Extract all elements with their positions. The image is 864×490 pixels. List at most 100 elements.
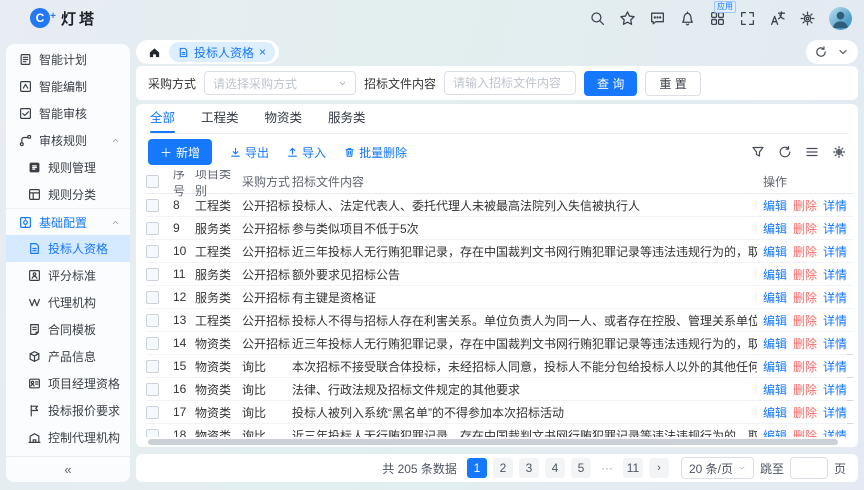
row-checkbox[interactable] [146, 199, 159, 212]
message-icon[interactable] [649, 10, 666, 27]
page-button-3[interactable]: 3 [519, 458, 539, 478]
sidebar-item-review[interactable]: 智能审核 [6, 100, 130, 127]
row-checkbox[interactable] [146, 245, 159, 258]
page-size-select[interactable]: 20 条/页 [681, 457, 754, 479]
row-checkbox[interactable] [146, 360, 159, 373]
density-menu-icon[interactable] [805, 145, 819, 159]
batch-delete-button[interactable]: 批量删除 [344, 144, 407, 161]
delete-link[interactable]: 删除 [793, 312, 817, 329]
add-button[interactable]: ＋新增 [148, 139, 212, 165]
detail-link[interactable]: 详情 [823, 335, 847, 352]
edit-link[interactable]: 编辑 [763, 427, 787, 438]
edit-link[interactable]: 编辑 [763, 381, 787, 398]
page-button-2[interactable]: 2 [493, 458, 513, 478]
purchase-method-select[interactable]: 请选择采购方式 [204, 71, 356, 95]
jump-page-input[interactable] [790, 457, 828, 479]
delete-link[interactable]: 删除 [793, 197, 817, 214]
select-all-checkbox[interactable] [146, 175, 159, 188]
sidebar-item-contract[interactable]: 合同模板 [6, 316, 130, 343]
sidebar-item-plan[interactable]: 智能计划 [6, 46, 130, 73]
delete-link[interactable]: 删除 [793, 220, 817, 237]
category-tab-0[interactable]: 全部 [150, 107, 175, 133]
translate-icon[interactable] [769, 10, 786, 27]
row-checkbox[interactable] [146, 406, 159, 419]
category-tab-1[interactable]: 工程类 [201, 107, 239, 133]
bell-icon[interactable] [679, 10, 696, 27]
chevron-down-icon[interactable] [837, 46, 849, 58]
detail-link[interactable]: 详情 [823, 243, 847, 260]
page-button-11[interactable]: 11 [623, 458, 643, 478]
user-avatar[interactable] [829, 7, 852, 30]
page-button-4[interactable]: 4 [545, 458, 565, 478]
detail-link[interactable]: 详情 [823, 404, 847, 421]
page-button-5[interactable]: 5 [571, 458, 591, 478]
search-icon[interactable] [589, 10, 606, 27]
sidebar-item-rule-manage[interactable]: 规则管理 [6, 154, 130, 181]
detail-link[interactable]: 详情 [823, 266, 847, 283]
detail-link[interactable]: 详情 [823, 427, 847, 438]
sidebar-item-pm-card[interactable]: 项目经理资格 [6, 370, 130, 397]
category-tab-2[interactable]: 物资类 [265, 107, 303, 133]
sidebar-item-config[interactable]: 基础配置 [6, 208, 130, 235]
delete-link[interactable]: 删除 [793, 427, 817, 438]
row-checkbox[interactable] [146, 337, 159, 350]
detail-link[interactable]: 详情 [823, 197, 847, 214]
column-settings-icon[interactable] [832, 145, 846, 159]
import-button[interactable]: 导入 [287, 144, 326, 161]
edit-link[interactable]: 编辑 [763, 335, 787, 352]
sidebar-item-compile[interactable]: 智能编制 [6, 73, 130, 100]
delete-link[interactable]: 删除 [793, 266, 817, 283]
refresh-icon[interactable] [778, 145, 792, 159]
page-button-1[interactable]: 1 [467, 458, 487, 478]
edit-link[interactable]: 编辑 [763, 220, 787, 237]
sidebar-item-product[interactable]: 产品信息 [6, 343, 130, 370]
sidebar-item-building[interactable]: 控制代理机构 [6, 424, 130, 451]
export-button[interactable]: 导出 [230, 144, 269, 161]
edit-link[interactable]: 编辑 [763, 266, 787, 283]
detail-link[interactable]: 详情 [823, 358, 847, 375]
edit-link[interactable]: 编辑 [763, 197, 787, 214]
tab-bidder-qualification[interactable]: 投标人资格 × [169, 42, 275, 62]
edit-link[interactable]: 编辑 [763, 404, 787, 421]
detail-link[interactable]: 详情 [823, 312, 847, 329]
fullscreen-icon[interactable] [739, 10, 756, 27]
filter-funnel-icon[interactable] [751, 145, 765, 159]
horizontal-scrollbar[interactable] [148, 439, 838, 445]
row-checkbox[interactable] [146, 383, 159, 396]
delete-link[interactable]: 删除 [793, 243, 817, 260]
delete-link[interactable]: 删除 [793, 335, 817, 352]
reset-button[interactable]: 重 置 [645, 71, 700, 96]
sidebar-item-agency[interactable]: 代理机构 [6, 289, 130, 316]
refresh-icon[interactable] [815, 46, 827, 58]
search-button[interactable]: 查 询 [584, 71, 637, 96]
home-icon[interactable] [148, 46, 161, 59]
edit-link[interactable]: 编辑 [763, 358, 787, 375]
detail-link[interactable]: 详情 [823, 220, 847, 237]
tab-close-icon[interactable]: × [259, 46, 266, 58]
sidebar-item-rule-class[interactable]: 规则分类 [6, 181, 130, 208]
star-icon[interactable] [619, 10, 636, 27]
detail-link[interactable]: 详情 [823, 289, 847, 306]
next-page-button[interactable]: › [649, 458, 669, 478]
sidebar-item-rules[interactable]: 审核规则 [6, 127, 130, 154]
edit-link[interactable]: 编辑 [763, 312, 787, 329]
gear-icon[interactable] [799, 10, 816, 27]
delete-link[interactable]: 删除 [793, 358, 817, 375]
delete-link[interactable]: 删除 [793, 381, 817, 398]
delete-link[interactable]: 删除 [793, 289, 817, 306]
row-checkbox[interactable] [146, 429, 159, 438]
row-checkbox[interactable] [146, 268, 159, 281]
sidebar-item-bidder-doc[interactable]: 投标人资格 [6, 235, 130, 262]
row-checkbox[interactable] [146, 314, 159, 327]
sidebar-item-score[interactable]: 评分标准 [6, 262, 130, 289]
row-checkbox[interactable] [146, 222, 159, 235]
row-checkbox[interactable] [146, 291, 159, 304]
apps-icon[interactable]: 应用 [709, 10, 726, 27]
delete-link[interactable]: 删除 [793, 404, 817, 421]
sidebar-item-flag[interactable]: 投标报价要求 [6, 397, 130, 424]
category-tab-3[interactable]: 服务类 [328, 107, 366, 133]
sidebar-collapse-button[interactable]: « [6, 456, 130, 482]
doc-content-input[interactable] [444, 71, 576, 95]
edit-link[interactable]: 编辑 [763, 243, 787, 260]
detail-link[interactable]: 详情 [823, 381, 847, 398]
